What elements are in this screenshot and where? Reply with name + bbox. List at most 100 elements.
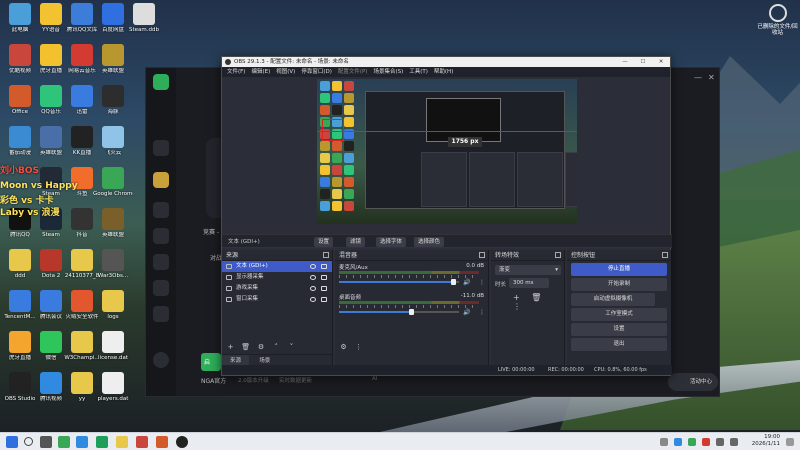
source-item[interactable]: 显示器采集 — [222, 272, 332, 283]
desktop-icon[interactable]: 英雄联盟 — [93, 207, 133, 247]
menu-item[interactable]: 工具(T) — [406, 67, 431, 77]
lock-icon[interactable] — [321, 286, 327, 291]
desktop-icon[interactable]: 英雄联盟 — [93, 43, 133, 83]
twitch-icon[interactable] — [153, 202, 169, 218]
close-icon[interactable]: ✕ — [652, 57, 670, 67]
menu-item[interactable]: 文件(F) — [224, 67, 248, 77]
controller-icon[interactable] — [153, 140, 169, 156]
menu-item[interactable]: 编辑(E) — [248, 67, 273, 77]
tray-icon-3[interactable] — [688, 438, 696, 446]
app-icon-orange[interactable] — [156, 436, 168, 448]
mixer-settings-icon[interactable]: ⚙ — [339, 343, 348, 352]
app-minimize-icon[interactable]: — — [694, 74, 702, 82]
obs-taskbar-icon[interactable] — [176, 436, 188, 448]
source-item[interactable]: 游戏采集 — [222, 283, 332, 294]
system-clock[interactable]: 19:00 2026/1/11 — [752, 434, 780, 448]
tray-icon-4[interactable] — [702, 438, 710, 446]
game-icon-4[interactable] — [153, 280, 169, 296]
maximize-icon[interactable]: ☐ — [634, 57, 652, 67]
control-button[interactable]: 退出 — [571, 338, 667, 351]
control-button[interactable]: 开始录制 — [571, 278, 667, 291]
lock-icon[interactable] — [321, 264, 327, 269]
menu-item[interactable]: 视图(V) — [273, 67, 298, 77]
desktop-icon[interactable]: 飞火云 — [93, 125, 133, 165]
footer-link-1[interactable]: 2.0版本升级 — [238, 376, 269, 384]
start-windows-icon[interactable] — [6, 436, 18, 448]
transition-menu-icon[interactable]: ⋮ — [513, 302, 523, 311]
source-item[interactable]: 文本 (GDI+) — [222, 261, 332, 272]
speaker-icon[interactable]: 🔊 — [463, 309, 470, 316]
lock-icon[interactable] — [321, 297, 327, 302]
footer-link-2[interactable]: 实时数据更新 — [279, 376, 312, 384]
mixer-menu-icon[interactable]: ⋮ — [354, 343, 363, 352]
desktop-icon[interactable]: players.dat — [93, 371, 133, 411]
mixer-popout-icon[interactable] — [479, 252, 485, 258]
obs-preview[interactable]: 1756 px — [317, 79, 577, 224]
edge-icon[interactable] — [76, 436, 88, 448]
volume-slider[interactable] — [339, 279, 459, 285]
transitions-popout-icon[interactable] — [555, 252, 561, 258]
controls-popout-icon[interactable] — [662, 252, 668, 258]
app-close-icon[interactable]: ✕ — [708, 74, 716, 82]
minimize-icon[interactable]: — — [616, 57, 634, 67]
move-down-icon[interactable]: ˅ — [287, 343, 296, 352]
control-button[interactable]: 停止直播 — [571, 263, 667, 276]
desktop-icon[interactable]: Steam.ddb — [124, 2, 164, 42]
game-platform-icon[interactable] — [96, 436, 108, 448]
source-settings-icon[interactable]: ⚙ — [256, 343, 265, 352]
game-icon-5[interactable] — [153, 306, 169, 322]
control-button[interactable]: 工作室模式 — [571, 308, 667, 321]
visibility-eye-icon[interactable] — [310, 264, 316, 269]
menu-item[interactable]: 配置文件(P) — [335, 67, 371, 77]
desktop-icon[interactable]: logs — [93, 289, 133, 329]
visibility-eye-icon[interactable] — [310, 286, 316, 291]
network-icon[interactable] — [716, 438, 724, 446]
move-up-icon[interactable]: ˄ — [272, 343, 281, 352]
menu-item[interactable]: 停靠窗口(D) — [298, 67, 335, 77]
volume-slider-knob[interactable] — [409, 309, 414, 315]
game-icon-2[interactable] — [153, 228, 169, 244]
sources-popout-icon[interactable] — [323, 252, 329, 258]
menu-item[interactable]: 帮助(H) — [431, 67, 456, 77]
tray-icon-2[interactable] — [674, 438, 682, 446]
start-button[interactable]: 启 — [201, 353, 221, 371]
control-button[interactable]: 启动虚拟摄像机 — [571, 293, 655, 306]
war3-icon[interactable] — [153, 172, 169, 188]
task-view-icon[interactable] — [40, 436, 52, 448]
menu-item[interactable]: 场景集合(S) — [370, 67, 406, 77]
add-source-icon[interactable]: + — [226, 343, 235, 352]
duration-input[interactable]: 300 ms — [509, 278, 549, 288]
lock-icon[interactable] — [321, 275, 327, 280]
desktop-icon[interactable]: Google Chrome — [93, 166, 133, 206]
tray-icon-1[interactable] — [660, 438, 668, 446]
file-explorer-icon[interactable] — [116, 436, 128, 448]
properties-button[interactable]: 设置 — [314, 237, 334, 247]
control-button[interactable]: 设置 — [571, 323, 667, 336]
visibility-eye-icon[interactable] — [310, 297, 316, 302]
app-logo-icon[interactable] — [153, 74, 169, 90]
volume-icon[interactable] — [730, 438, 738, 446]
remove-transition-icon[interactable]: 🗑 — [531, 293, 541, 302]
source-item[interactable]: 窗口采集 — [222, 294, 332, 305]
remove-source-icon[interactable]: 🗑 — [241, 343, 250, 352]
speaker-icon[interactable]: 🔊 — [463, 279, 470, 286]
preview-selection-box[interactable] — [322, 119, 344, 141]
channel-menu-icon[interactable]: ⋮ — [479, 279, 485, 286]
user-avatar[interactable] — [153, 352, 169, 368]
desktop-icon[interactable]: license.dat — [93, 330, 133, 370]
notification-icon[interactable] — [786, 438, 794, 446]
activity-center-button[interactable]: 活动中心 — [668, 373, 718, 391]
search-icon[interactable] — [24, 437, 33, 446]
visibility-eye-icon[interactable] — [310, 275, 316, 280]
game-icon-3[interactable] — [153, 254, 169, 270]
volume-slider[interactable] — [339, 309, 459, 315]
app-icon-red[interactable] — [136, 436, 148, 448]
desktop-icon[interactable]: War3Obs... — [93, 248, 133, 288]
desktop-icon[interactable]: 海豚 — [93, 84, 133, 124]
transition-select[interactable]: 渐变 ▾ — [495, 265, 561, 275]
volume-slider-knob[interactable] — [451, 279, 456, 285]
footer-link-3[interactable]: AI — [372, 376, 377, 382]
add-transition-icon[interactable]: + — [513, 293, 523, 302]
select-color-button[interactable]: 选择颜色 — [414, 237, 445, 247]
recycle-bin-icon[interactable]: 已删除的文件/回收站 — [755, 4, 800, 36]
